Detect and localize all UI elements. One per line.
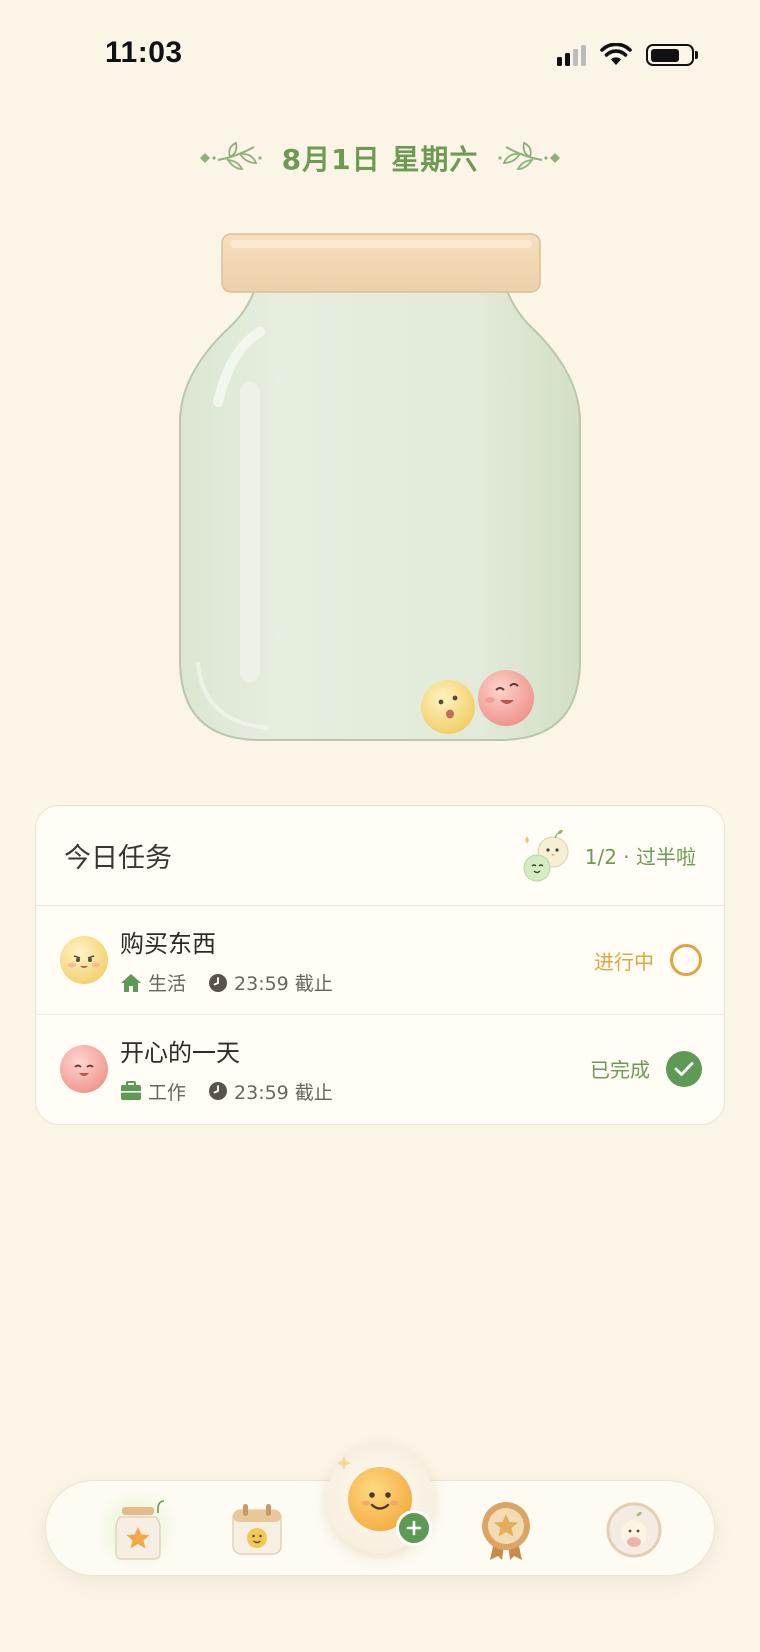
status-time: 11:03 bbox=[105, 36, 183, 69]
jar-star-icon bbox=[115, 1500, 165, 1560]
plus-badge[interactable] bbox=[396, 1510, 432, 1546]
nav-achievements[interactable] bbox=[471, 1495, 541, 1565]
task-row[interactable]: 购买东西 生活 23:59 截止 进行中 bbox=[36, 906, 724, 1014]
clock-icon bbox=[209, 973, 228, 992]
wifi-icon bbox=[600, 43, 632, 65]
nav-calendar[interactable] bbox=[222, 1495, 292, 1565]
progress-text: 1/2 · 过半啦 bbox=[584, 845, 696, 869]
card-header: 今日任务 1/2 · 过半啦 bbox=[36, 806, 724, 906]
task-name: 开心的一天 bbox=[120, 1038, 240, 1067]
task-category: 工作 bbox=[148, 1081, 187, 1104]
task-checkbox-checked[interactable] bbox=[666, 1050, 702, 1087]
task-checkbox-unchecked[interactable] bbox=[670, 944, 702, 976]
right-sprig-icon bbox=[498, 141, 561, 170]
house-icon bbox=[121, 973, 141, 992]
mascot-icon bbox=[523, 829, 569, 881]
task-category: 生活 bbox=[148, 973, 187, 995]
task-meta: 生活 23:59 截止 bbox=[120, 969, 594, 996]
yellow-mood-ball bbox=[421, 680, 475, 734]
briefcase-icon bbox=[121, 1081, 141, 1100]
progress-box: 1/2 · 过半啦 bbox=[517, 828, 696, 884]
yellow-mood-avatar bbox=[60, 936, 108, 984]
today-tasks-card: 今日任务 1/2 · 过半啦 购买东西 生活 23:59 截止 进行中 开心的一… bbox=[35, 805, 725, 1125]
medal-icon bbox=[482, 1502, 530, 1560]
task-status: 已完成 bbox=[590, 1058, 650, 1082]
nav-profile[interactable] bbox=[599, 1495, 669, 1565]
date-header: 8月1日 星期六 bbox=[0, 138, 760, 178]
cellular-signal-icon bbox=[557, 44, 586, 66]
plus-icon bbox=[406, 1520, 422, 1536]
calendar-icon bbox=[232, 1504, 282, 1555]
task-status: 进行中 bbox=[594, 949, 654, 974]
task-jar[interactable] bbox=[178, 232, 583, 744]
profile-icon bbox=[606, 1502, 662, 1558]
task-row[interactable]: 开心的一天 工作 23:59 截止 已完成 bbox=[36, 1014, 724, 1122]
task-meta: 工作 23:59 截止 bbox=[120, 1078, 590, 1105]
task-name: 购买东西 bbox=[120, 930, 216, 958]
status-icons bbox=[557, 40, 698, 70]
nav-home-jar[interactable] bbox=[92, 1490, 182, 1570]
card-title: 今日任务 bbox=[64, 843, 172, 874]
pink-mood-ball bbox=[478, 670, 534, 726]
battery-icon bbox=[646, 44, 698, 66]
task-deadline: 23:59 截止 bbox=[234, 1081, 333, 1104]
left-sprig-icon bbox=[199, 141, 262, 170]
clock-icon bbox=[209, 1082, 228, 1100]
pink-mood-avatar bbox=[60, 1044, 108, 1093]
jar-illustration bbox=[179, 233, 581, 741]
checkmark-icon bbox=[674, 1061, 694, 1076]
task-deadline: 23:59 截止 bbox=[234, 973, 333, 995]
date-title: 8月1日 星期六 bbox=[281, 143, 479, 176]
